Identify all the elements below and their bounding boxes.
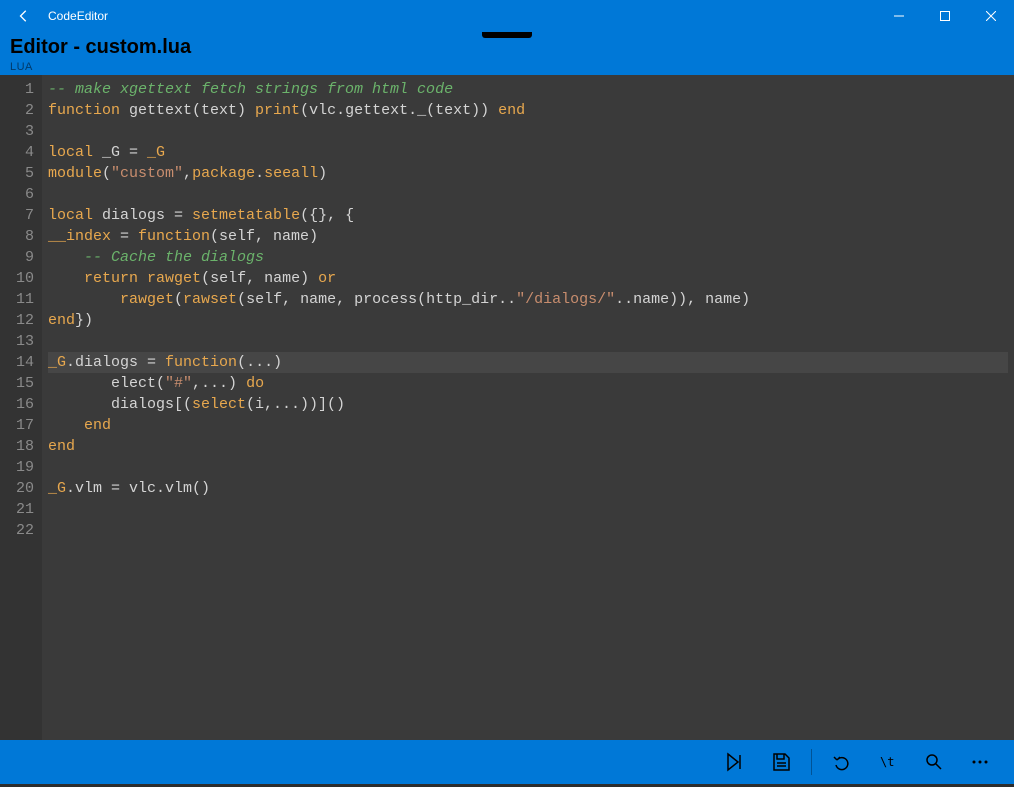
- line-number: 6: [4, 184, 34, 205]
- code-line[interactable]: [48, 184, 1008, 205]
- close-button[interactable]: [968, 0, 1014, 32]
- line-number: 20: [4, 478, 34, 499]
- code-line[interactable]: local dialogs = setmetatable({}, {: [48, 205, 1008, 226]
- line-number: 22: [4, 520, 34, 541]
- line-number: 19: [4, 457, 34, 478]
- line-number: 15: [4, 373, 34, 394]
- page-title: Editor - custom.lua: [10, 36, 1004, 59]
- tab-icon: \t: [878, 752, 898, 772]
- line-number: 14: [4, 352, 34, 373]
- line-number: 16: [4, 394, 34, 415]
- grab-handle[interactable]: [482, 32, 532, 38]
- line-number: 1: [4, 79, 34, 100]
- editor-area[interactable]: 12345678910111213141516171819202122 -- m…: [0, 75, 1014, 740]
- undo-button[interactable]: [820, 742, 864, 782]
- line-number: 7: [4, 205, 34, 226]
- code-line[interactable]: -- make xgettext fetch strings from html…: [48, 79, 1008, 100]
- code-line[interactable]: dialogs[(select(i,...))](): [48, 394, 1008, 415]
- maximize-button[interactable]: [922, 0, 968, 32]
- code-line[interactable]: [48, 457, 1008, 478]
- code-line[interactable]: end: [48, 436, 1008, 457]
- code-line[interactable]: _G.dialogs = function(...): [48, 352, 1008, 373]
- line-number: 10: [4, 268, 34, 289]
- line-number: 3: [4, 121, 34, 142]
- code-line[interactable]: elect("#",...) do: [48, 373, 1008, 394]
- tab-button[interactable]: \t: [866, 742, 910, 782]
- code-line[interactable]: -- Cache the dialogs: [48, 247, 1008, 268]
- code-line[interactable]: return rawget(self, name) or: [48, 268, 1008, 289]
- line-number: 12: [4, 310, 34, 331]
- bottombar: \t: [0, 740, 1014, 784]
- app-title: CodeEditor: [48, 9, 108, 23]
- line-number: 2: [4, 100, 34, 121]
- code-line[interactable]: rawget(rawset(self, name, process(http_d…: [48, 289, 1008, 310]
- undo-icon: [832, 752, 852, 772]
- find-button[interactable]: [912, 742, 956, 782]
- line-number: 8: [4, 226, 34, 247]
- code-line[interactable]: [48, 520, 1008, 541]
- header: Editor - custom.lua LUA: [0, 32, 1014, 75]
- window-controls: [876, 0, 1014, 32]
- line-number: 9: [4, 247, 34, 268]
- line-number: 4: [4, 142, 34, 163]
- code-line[interactable]: _G.vlm = vlc.vlm(): [48, 478, 1008, 499]
- code-line[interactable]: local _G = _G: [48, 142, 1008, 163]
- maximize-icon: [940, 11, 950, 21]
- code-line[interactable]: end}): [48, 310, 1008, 331]
- language-label: LUA: [10, 61, 1004, 73]
- line-number: 21: [4, 499, 34, 520]
- code-line[interactable]: function gettext(text) print(vlc.gettext…: [48, 100, 1008, 121]
- gutter: 12345678910111213141516171819202122: [0, 75, 42, 740]
- close-icon: [986, 11, 996, 21]
- search-icon: [924, 752, 944, 772]
- code-line[interactable]: end: [48, 415, 1008, 436]
- code-line[interactable]: [48, 499, 1008, 520]
- back-icon: [17, 9, 31, 23]
- svg-text:\t: \t: [880, 755, 894, 769]
- code-line[interactable]: module("custom",package.seeall): [48, 163, 1008, 184]
- line-number: 17: [4, 415, 34, 436]
- titlebar: CodeEditor: [0, 0, 1014, 32]
- run-button[interactable]: [713, 742, 757, 782]
- more-icon: [970, 752, 990, 772]
- more-button[interactable]: [958, 742, 1002, 782]
- save-button[interactable]: [759, 742, 803, 782]
- line-number: 5: [4, 163, 34, 184]
- code-line[interactable]: __index = function(self, name): [48, 226, 1008, 247]
- minimize-icon: [894, 11, 904, 21]
- code-line[interactable]: [48, 121, 1008, 142]
- separator: [811, 749, 812, 775]
- line-number: 11: [4, 289, 34, 310]
- line-number: 18: [4, 436, 34, 457]
- code-content[interactable]: -- make xgettext fetch strings from html…: [42, 75, 1014, 740]
- line-number: 13: [4, 331, 34, 352]
- minimize-button[interactable]: [876, 0, 922, 32]
- back-button[interactable]: [0, 0, 48, 32]
- save-icon: [771, 752, 791, 772]
- code-line[interactable]: [48, 331, 1008, 352]
- run-icon: [725, 752, 745, 772]
